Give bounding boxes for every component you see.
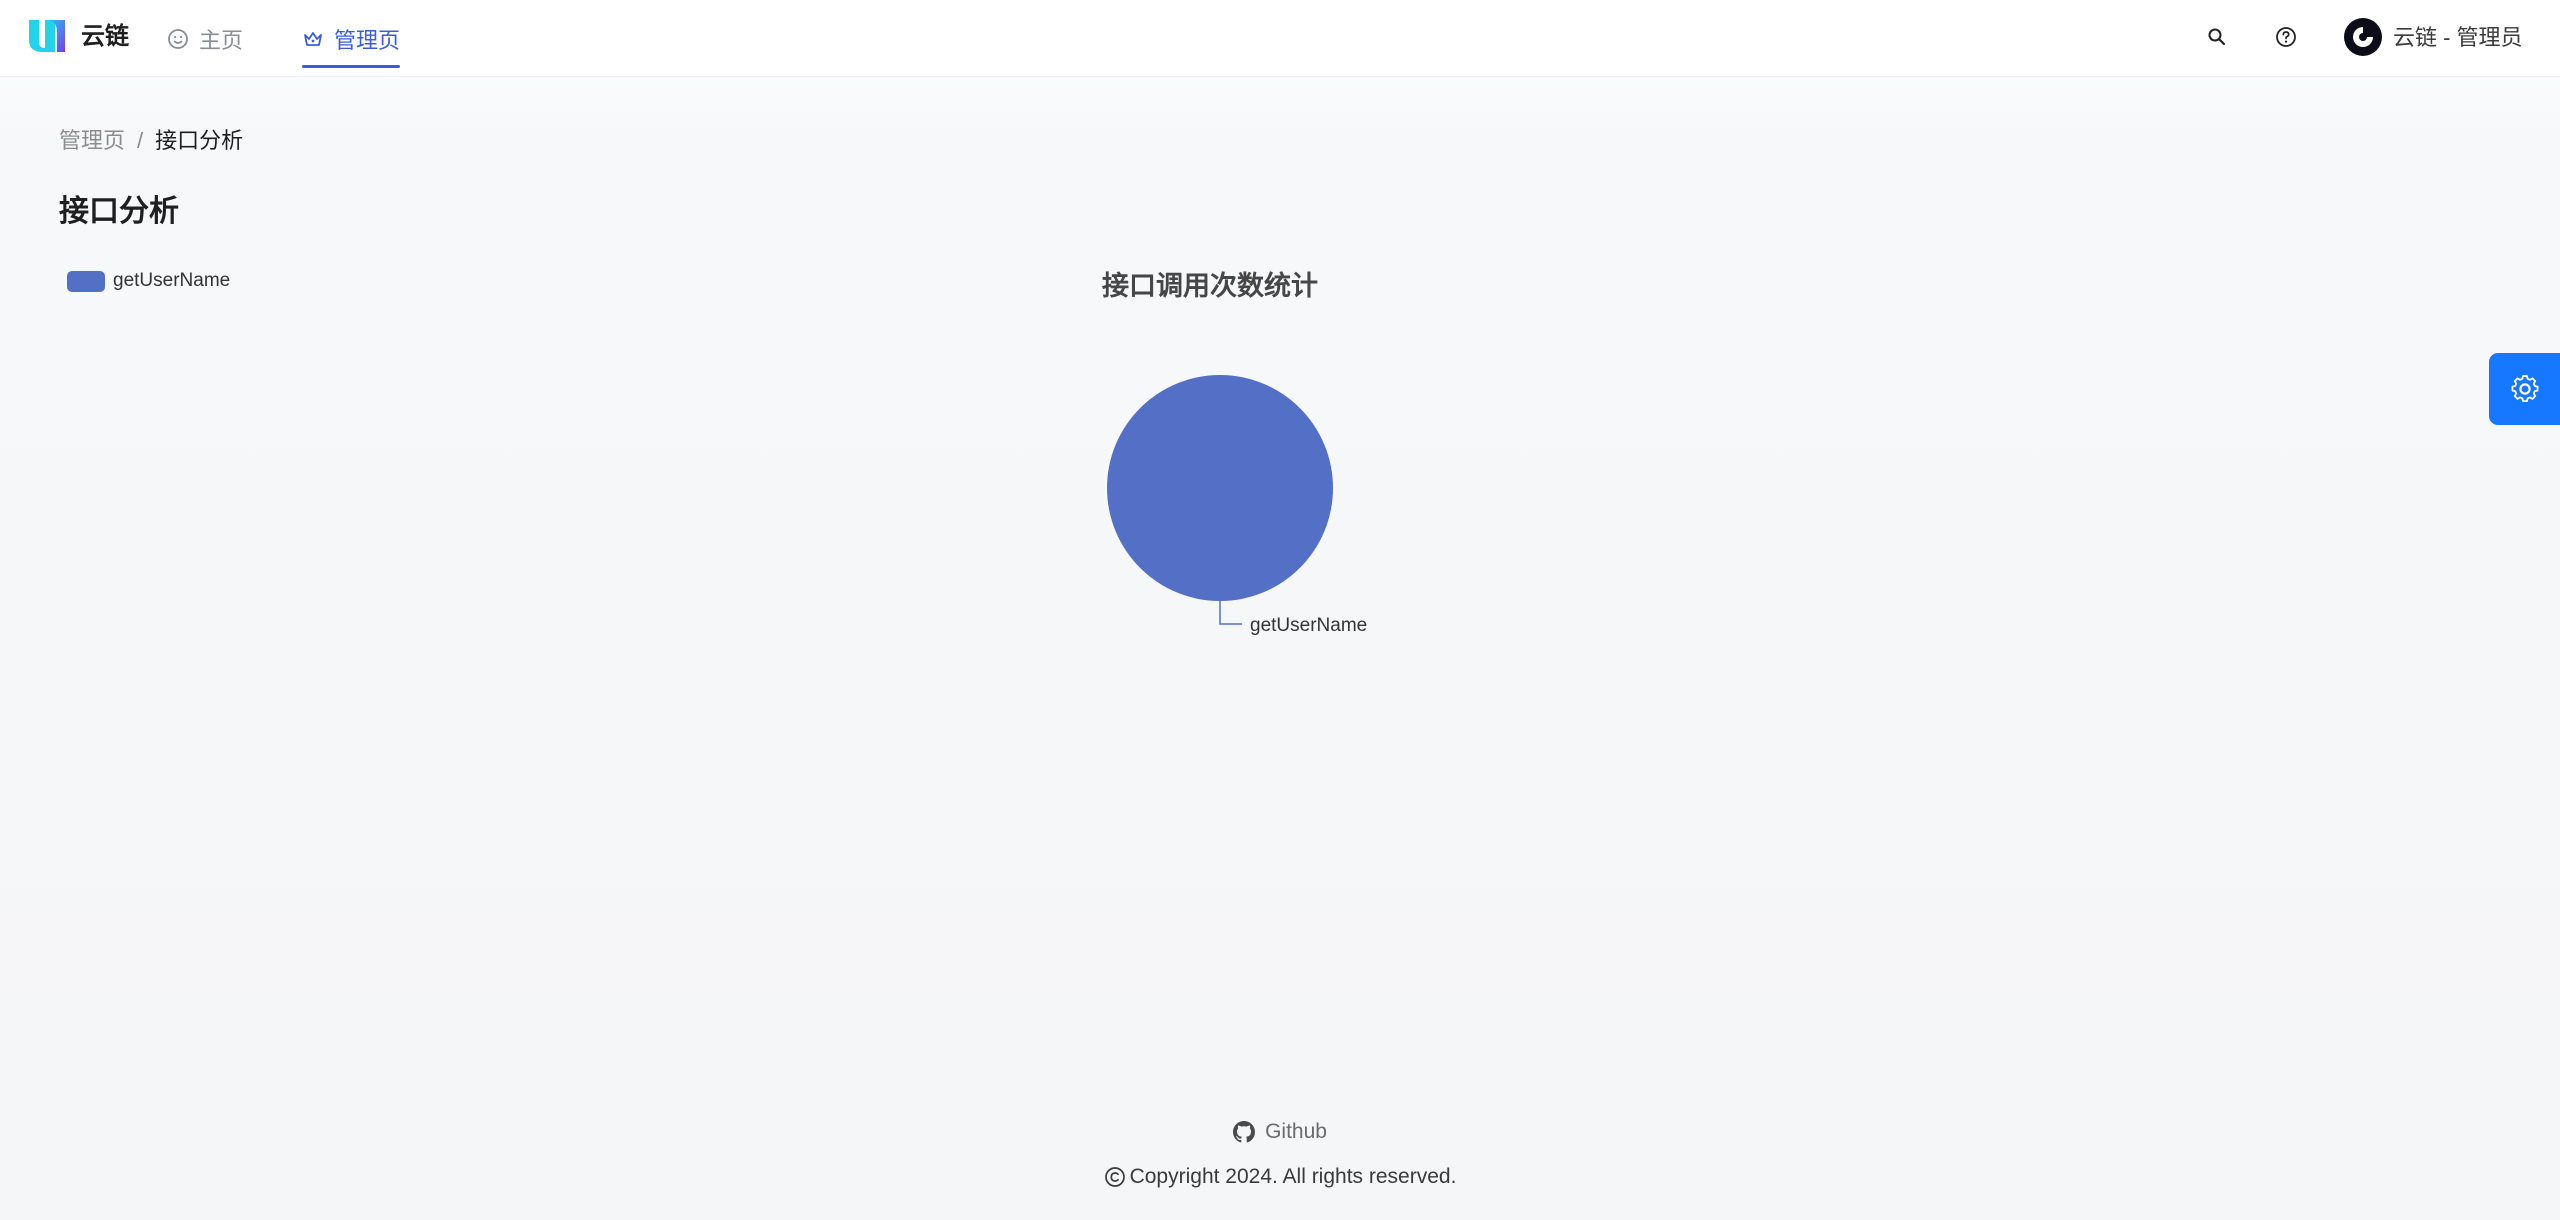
footer-github: Github: [0, 1120, 2560, 1144]
github-link[interactable]: Github: [1233, 1120, 1327, 1144]
active-tab-indicator: [302, 65, 401, 68]
settings-button[interactable]: [2489, 353, 2560, 425]
nav-item-label: 主页: [199, 27, 244, 53]
copyright-text: Copyright 2024. All rights reserved.: [1129, 1165, 1457, 1188]
app-title[interactable]: 云链: [81, 21, 129, 53]
page-title: 接口分析: [59, 195, 179, 228]
nav-item-label: 管理页: [334, 27, 401, 53]
top-header: 云链 主页 管理页 云链 - 管理员: [0, 0, 2560, 77]
pie-slice-label: getUserName: [1250, 615, 1367, 636]
user-name[interactable]: 云链 - 管理员: [2393, 22, 2523, 54]
pie-label-line: [1219, 601, 1242, 625]
chart-area: getUserName 接口调用次数统计 getUserName: [0, 250, 2560, 670]
smile-icon: [167, 28, 189, 50]
pie-slice[interactable]: [1107, 375, 1333, 601]
breadcrumb-separator: /: [137, 128, 144, 153]
search-icon[interactable]: [2203, 23, 2231, 51]
github-icon: [1233, 1121, 1256, 1143]
avatar-logo-icon: [2353, 27, 2373, 47]
github-label: Github: [1265, 1120, 1327, 1143]
nav-item-home[interactable]: 主页: [167, 0, 243, 77]
avatar[interactable]: [2344, 18, 2382, 56]
crown-icon: [302, 28, 324, 50]
breadcrumb-current: 接口分析: [155, 128, 244, 153]
logo-icon[interactable]: [27, 16, 67, 56]
copyright-icon: [1104, 1167, 1125, 1187]
breadcrumb: 管理页 / 接口分析: [59, 126, 243, 156]
footer-copyright: Copyright 2024. All rights reserved.: [0, 1165, 2560, 1189]
pie-chart: getUserName: [1107, 375, 1367, 636]
gear-icon: [2511, 375, 2538, 403]
nav-item-admin[interactable]: 管理页: [302, 0, 401, 77]
question-circle-icon[interactable]: [2272, 23, 2300, 51]
breadcrumb-link-admin[interactable]: 管理页: [59, 126, 125, 156]
